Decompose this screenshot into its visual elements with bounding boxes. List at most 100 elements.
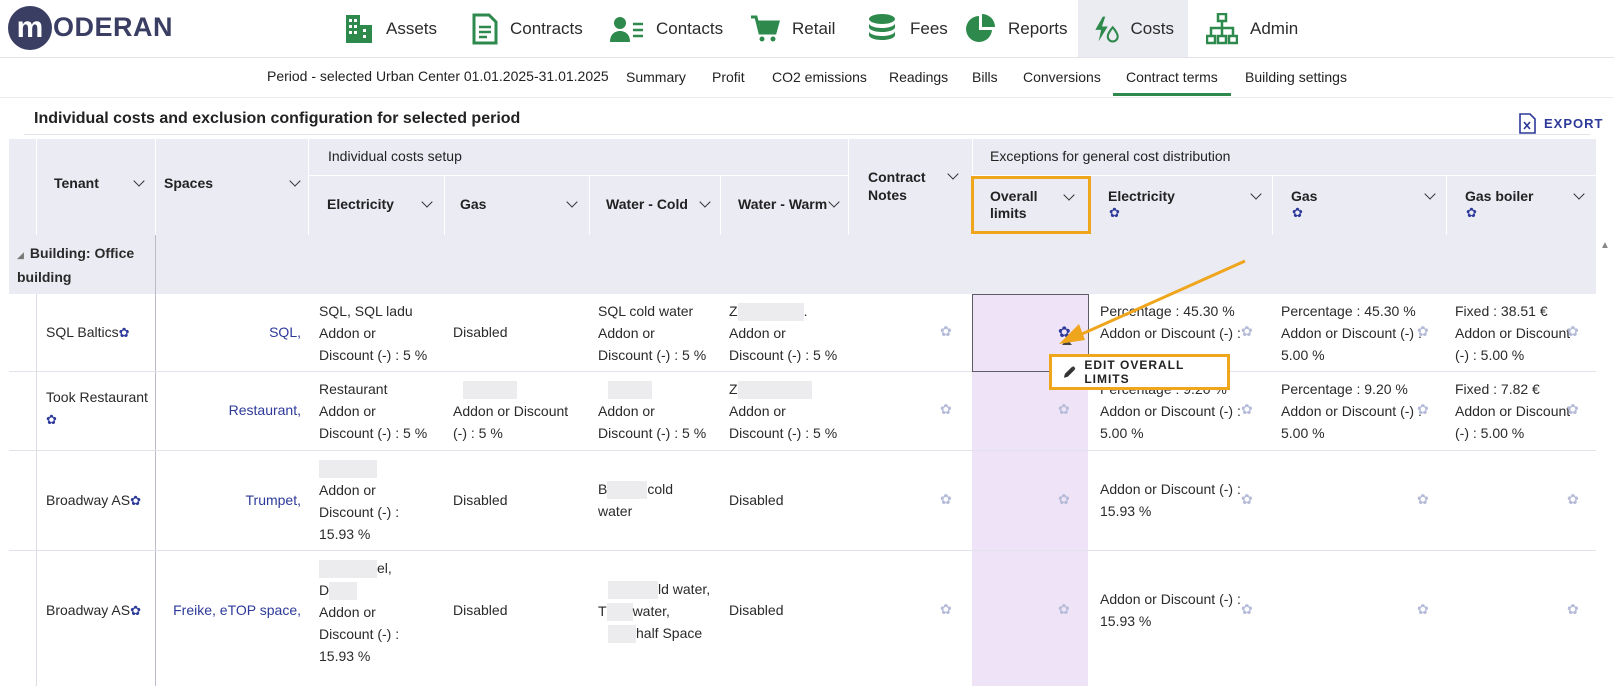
table-row[interactable]: SQL Baltics✿ SQL, SQL, SQL ladu Addon or D… [9,294,1596,372]
spaces-link[interactable]: SQL, [159,321,301,343]
header-exc-gas-boiler[interactable]: Gas boiler [1465,188,1533,204]
exc-electricity-row-settings-icon[interactable]: ✿ [1241,491,1253,508]
tab-profit[interactable]: Profit [712,69,745,85]
contract-notes-settings-icon[interactable]: ✿ [940,601,952,618]
tab-readings[interactable]: Readings [889,69,948,85]
tab-co2-emissions[interactable]: CO2 emissions [772,69,867,85]
exc-gas-row-settings-icon[interactable]: ✿ [1417,601,1429,618]
tenant-cost-grid: Tenant Spaces Individual costs setup Ele… [9,139,1596,686]
nav-admin[interactable]: Admin [1192,0,1312,57]
lightning-drop-icon [1095,16,1119,42]
exc-gas-boiler-row-settings-icon[interactable]: ✿ [1567,401,1579,418]
nav-contacts[interactable]: Contacts [596,0,737,57]
nav-assets[interactable]: Assets [330,0,451,57]
tenant-cell[interactable]: SQL Baltics✿ [46,321,130,344]
export-button[interactable]: EXPORT [1519,113,1603,134]
exc-gas-boiler-row-settings-icon[interactable]: ✿ [1567,491,1579,508]
electricity-cell: SQL, SQL ladu Addon or Discount (-) : 5 % [319,303,428,363]
nav-costs[interactable]: Costs [1078,0,1188,57]
exc-gas-boiler-row-settings-icon[interactable]: ✿ [1567,323,1579,340]
annotation-arrow [1059,259,1246,344]
logo-text: ODERAN [53,12,174,42]
tenant-settings-icon[interactable]: ✿ [130,493,141,508]
nav-contracts[interactable]: Contracts [458,0,597,57]
contacts-icon [610,16,643,42]
electricity-cell: el, D Addon or Discount (-) :15.93 % [319,560,400,664]
nav-reports[interactable]: Reports [950,0,1082,57]
header-electricity[interactable]: Electricity [327,196,394,212]
exc-gas-row-settings-icon[interactable]: ✿ [1417,401,1429,418]
table-row[interactable]: Broadway AS✿ Trumpet, Addon or Discount (… [9,451,1596,551]
export-label: EXPORT [1544,116,1604,131]
tenant-settings-icon[interactable]: ✿ [119,325,130,340]
tab-building-settings[interactable]: Building settings [1245,69,1347,85]
tenant-cell[interactable]: Broadway AS✿ [46,599,141,622]
spaces-link[interactable]: Trumpet, [159,489,302,511]
tab-conversions[interactable]: Conversions [1023,69,1101,85]
table-row[interactable]: Took Restaurant ✿ Restaurant, Restaurant A… [9,372,1596,451]
header-exc-electricity[interactable]: Electricity [1108,188,1175,204]
header-tenant[interactable]: Tenant [54,175,99,191]
contract-notes-settings-icon[interactable]: ✿ [940,323,952,340]
nav-retail[interactable]: Retail [736,0,849,57]
tenant-settings-icon[interactable]: ✿ [46,412,57,427]
exc-electricity-row-settings-icon[interactable]: ✿ [1241,601,1253,618]
exc-electricity-row-settings-icon[interactable]: ✿ [1241,401,1253,418]
exc-electricity-cell: Addon or Discount (-) :15.93 % [1100,481,1241,519]
water-cold-cell: Addon or Discount (-) : 5 % [598,378,706,444]
exc-electricity-cell: Addon or Discount (-) :15.93 % [1100,591,1241,629]
exc-gas-row-settings-icon[interactable]: ✿ [1417,491,1429,508]
water-cold-cell: ld water, Twater, half Space [598,578,710,644]
water-warm-cell: Disabled [729,492,784,508]
edit-overall-limits-tooltip[interactable]: EDIT OVERALL LIMITS [1049,354,1230,390]
table-row[interactable]: Broadway AS✿ Freike, eTOP space, el, D A… [9,551,1596,686]
gas-cell: Addon or Discount (-) : 5 % [453,378,568,444]
tenant-cell[interactable]: Took Restaurant ✿ [46,386,148,431]
header-water-warm[interactable]: Water - Warm [738,196,827,212]
gas-cell: Disabled [453,324,508,340]
gas-cell: Disabled [453,492,508,508]
moderan-logo[interactable]: m ODERAN [8,5,173,50]
contract-notes-settings-icon[interactable]: ✿ [940,491,952,508]
water-warm-cell: Disabled [729,602,784,618]
collapse-triangle-icon[interactable]: ◢ [17,250,24,260]
spaces-link[interactable]: Restaurant, [159,399,301,421]
tab-summary[interactable]: Summary [626,69,686,85]
page-title: Individual costs and exclusion configura… [34,110,521,127]
period-selector[interactable]: Period - selected Urban Center 01.01.202… [267,68,609,84]
overall-limits-settings-icon[interactable]: ✿ [1058,491,1070,508]
exc-gas-settings-icon[interactable]: ✿ [1292,205,1303,221]
pie-chart-icon [966,13,995,42]
sub-navigation: Period - selected Urban Center 01.01.202… [0,58,1614,98]
scroll-up-arrow-icon[interactable]: ▲ [1600,240,1610,251]
contract-notes-settings-icon[interactable]: ✿ [940,401,952,418]
exc-gas-boiler-settings-icon[interactable]: ✿ [1466,205,1477,221]
electricity-cell: Addon or Discount (-) :15.93 % [319,457,399,545]
header-water-cold[interactable]: Water - Cold [606,196,688,212]
header-spaces[interactable]: Spaces [164,175,213,191]
header-exc-gas[interactable]: Gas [1291,188,1317,204]
nav-label: Admin [1250,18,1299,38]
exc-gas-boiler-row-settings-icon[interactable]: ✿ [1567,601,1579,618]
pencil-icon [1063,365,1076,378]
exc-gas-row-settings-icon[interactable]: ✿ [1417,323,1429,340]
tab-contract-terms[interactable]: Contract terms [1113,69,1231,96]
header-gas[interactable]: Gas [460,196,486,212]
nav-label: Fees [910,18,948,38]
building-icon [346,14,372,43]
overall-limits-settings-icon[interactable]: ✿ [1058,401,1070,418]
group-row-office-building[interactable]: ◢ Building: Office building [9,235,1596,294]
nav-fees[interactable]: Fees [852,0,962,57]
header-individual-costs-setup: Individual costs setup [328,148,462,164]
tooltip-label: EDIT OVERALL LIMITS [1084,358,1185,386]
gas-cell: Disabled [453,602,508,618]
grid-header [9,139,1596,235]
tab-bills[interactable]: Bills [972,69,998,85]
overall-limits-settings-icon[interactable]: ✿ [1058,601,1070,618]
header-contract-notes[interactable]: Contract Notes [868,168,938,204]
logo-mark: m [8,5,52,50]
exc-electricity-settings-icon[interactable]: ✿ [1109,205,1120,221]
tenant-settings-icon[interactable]: ✿ [130,603,141,618]
tenant-cell[interactable]: Broadway AS✿ [46,489,141,512]
spaces-link[interactable]: Freike, eTOP space, [159,599,301,621]
